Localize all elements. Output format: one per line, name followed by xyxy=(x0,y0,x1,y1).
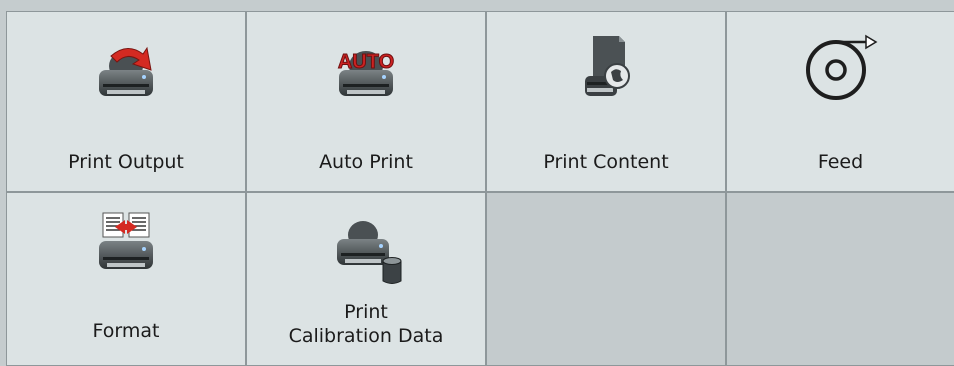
format-tile[interactable]: Format xyxy=(7,193,245,365)
printer-database-icon xyxy=(321,205,411,295)
format-label: Format xyxy=(92,320,160,342)
printer-document-globe-icon xyxy=(561,24,651,114)
printer-arrow-icon xyxy=(81,24,171,114)
function-grid: Print Output AUTO Auto Print Print Conte… xyxy=(6,11,954,366)
print-output-tile[interactable]: Print Output xyxy=(7,12,245,191)
print-calibration-data-label-line2: Calibration Data xyxy=(288,325,444,347)
empty-tile xyxy=(487,193,725,365)
auto-print-tile[interactable]: AUTO Auto Print xyxy=(247,12,485,191)
print-output-label: Print Output xyxy=(68,151,184,173)
print-calibration-data-label-line1: Print xyxy=(344,301,388,323)
print-calibration-data-tile[interactable]: Print Calibration Data xyxy=(247,193,485,365)
feed-tile[interactable]: Feed xyxy=(727,12,954,191)
printer-auto-icon: AUTO xyxy=(321,24,411,114)
auto-print-label: Auto Print xyxy=(319,151,413,173)
print-calibration-data-label: Print Calibration Data xyxy=(247,300,485,348)
empty-tile xyxy=(727,193,954,365)
feed-roll-icon xyxy=(796,24,886,114)
feed-label: Feed xyxy=(817,151,864,173)
auto-badge-text: AUTO xyxy=(338,51,394,73)
print-content-tile[interactable]: Print Content xyxy=(487,12,725,191)
print-content-label: Print Content xyxy=(543,151,669,173)
printer-format-icon xyxy=(81,205,171,295)
